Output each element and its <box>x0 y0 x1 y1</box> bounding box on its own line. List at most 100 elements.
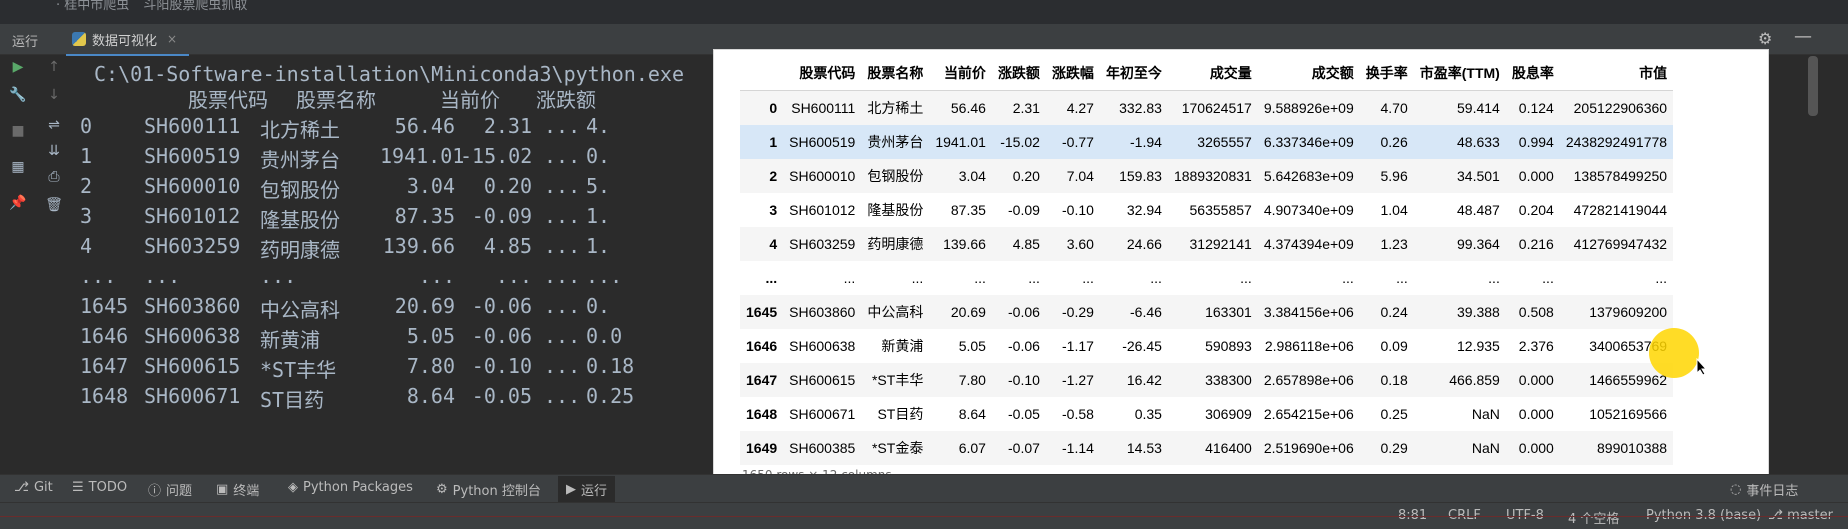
console-output[interactable]: C:\01-Software-installation\Miniconda3\p… <box>80 56 720 466</box>
column-header[interactable]: 涨跌额 <box>991 56 1046 91</box>
console-cell: ... <box>544 114 581 138</box>
table-cell: 31292141 <box>1167 227 1258 261</box>
table-cell: -26.45 <box>1122 338 1162 354</box>
run-toolbar-right: ↑ ↓ ⇌ ⇊ ⎙ 🗑 <box>44 55 70 465</box>
table-cell: -6.46 <box>1099 295 1168 329</box>
table-row[interactable]: 1646 SH600638 新黄浦 5.05 -0.06 -1.17 -26.45 59089… <box>740 329 1673 363</box>
arrow-up-icon[interactable]: ↑ <box>44 57 64 77</box>
console-cell: 0. <box>586 144 611 168</box>
event-log-button[interactable]: ◌ 事件日志 <box>1730 480 1798 499</box>
vertical-scrollbar[interactable] <box>1808 56 1818 116</box>
print-icon[interactable]: ⎙ <box>44 167 64 187</box>
console-cell: -0.10 <box>471 354 532 378</box>
play-icon[interactable]: ▶ <box>8 57 28 77</box>
run-tab-label: 数据可视化 <box>92 33 158 49</box>
console-row: 1645 SH603860 中公高科 20.69 -0.06... 0. <box>80 294 720 322</box>
console-cell: SH600638 <box>144 324 241 348</box>
table-cell: SH600519 <box>783 125 862 159</box>
table-cell: -1.17 <box>1062 338 1094 354</box>
column-header[interactable]: 换手率 <box>1359 56 1414 91</box>
table-row[interactable]: 1648 SH600671 ST目药 8.64 -0.05 -0.58 0.35 306909… <box>740 397 1673 431</box>
column-header[interactable]: 市盈率(TTM) <box>1413 56 1506 91</box>
tool-run[interactable]: ▶ 运行 <box>558 476 616 502</box>
console-row: 0 SH600111 北方稀土 56.46 2.31... 4. <box>80 114 720 142</box>
stop-icon[interactable]: ■ <box>8 121 28 141</box>
layers-icon: ◈ <box>288 480 298 495</box>
table-row[interactable]: 2 SH600010 包钢股份 3.04 0.20 7.04 159.83 188932083… <box>740 159 1674 193</box>
dataframe-viewer-popup[interactable]: 股票代码 股票名称 当前价 涨跌额 涨跌幅 年初至今 成交量 成交额 换手率 市盈率(TTM) 股息… <box>714 50 1768 482</box>
console-cell: ... <box>495 264 532 288</box>
column-header[interactable]: 股票代码 <box>783 56 862 91</box>
pin-icon[interactable]: 📌 <box>8 193 28 213</box>
table-cell: -1.94 <box>1099 125 1168 159</box>
column-header[interactable]: 成交量 <box>1167 56 1258 91</box>
table-row[interactable]: 0 SH600111 北方稀土 56.46 2.31 4.27 332.83 17062451… <box>740 90 1674 125</box>
row-index-cell: 1649 <box>740 431 784 465</box>
column-header[interactable] <box>740 56 784 91</box>
console-cell: 139.66 <box>382 234 455 258</box>
console-cell: -0.05 <box>471 384 532 408</box>
tool-python-console[interactable]: ⚙ Python 控制台 <box>436 480 541 499</box>
table-cell: 2.657898e+06 <box>1257 363 1360 397</box>
table-row[interactable]: 1647 SH600615 *ST丰华 7.80 -0.10 -1.27 16.42 3383… <box>740 363 1674 397</box>
table-row[interactable]: 1649 SH600385 *ST金泰 6.07 -0.07 -1.14 14.53 4164… <box>740 431 1674 465</box>
wrench-icon[interactable]: 🔧 <box>8 85 28 105</box>
row-index-cell: 4 <box>740 227 784 261</box>
column-header[interactable]: 年初至今 <box>1099 56 1168 91</box>
console-cell: 5.05 <box>406 324 455 348</box>
column-header[interactable]: 成交额 <box>1257 56 1360 91</box>
table-row[interactable]: ....................................... <box>740 261 1673 295</box>
row-index-cell: 1645 <box>740 295 784 329</box>
tool-problems[interactable]: ⓘ 问题 <box>148 480 192 499</box>
gear-icon[interactable]: ⚙ <box>1758 29 1772 48</box>
console-cell: -0.06 <box>471 294 532 318</box>
table-cell: 4.70 <box>1359 90 1414 125</box>
tool-terminal[interactable]: ▣ 终端 <box>216 480 259 499</box>
tool-todo[interactable]: ☰ TODO <box>72 480 127 495</box>
table-cell: 0.29 <box>1359 431 1414 465</box>
run-window-title: 运行 <box>12 35 39 50</box>
tool-label: TODO <box>88 480 128 495</box>
soft-wrap-icon[interactable]: ⇌ <box>44 115 64 135</box>
table-cell: SH603259 <box>783 227 862 261</box>
table-cell: ... <box>1396 270 1408 286</box>
tree-item[interactable]: · 桂中市爬虫 斗阳股票爬虫抓取 <box>56 0 247 13</box>
table-cell: 中公高科 <box>861 295 930 329</box>
column-header[interactable]: 股票名称 <box>861 56 930 91</box>
console-cell: ... <box>586 264 623 288</box>
scroll-to-end-icon[interactable]: ⇊ <box>44 141 64 161</box>
console-cell: 1941.01 <box>380 144 465 168</box>
console-header-cell: 涨跌额 <box>536 88 596 112</box>
table-cell: -0.07 <box>991 431 1046 465</box>
table-row[interactable]: 4 SH603259 药明康德 139.66 4.85 3.60 24.66 31292141… <box>740 227 1674 261</box>
layout-icon[interactable]: ▦ <box>8 157 28 177</box>
table-cell: -15.02 <box>991 125 1046 159</box>
table-cell: 药明康德 <box>861 227 930 261</box>
tool-git[interactable]: ⎇ Git <box>14 480 53 495</box>
console-command: C:\01-Software-installation\Miniconda3\p… <box>94 62 685 86</box>
table-row[interactable]: 1645 SH603860 中公高科 20.69 -0.06 -0.29 -6.46 1633… <box>740 295 1674 329</box>
column-header[interactable]: 当前价 <box>929 56 992 91</box>
cursor-highlight <box>1649 328 1699 378</box>
column-header[interactable]: 市值 <box>1559 56 1674 91</box>
column-header[interactable]: 股息率 <box>1505 56 1560 91</box>
minimize-icon[interactable]: — <box>1794 26 1812 47</box>
console-cell: 包钢股份 <box>260 178 340 202</box>
table-cell: 306909 <box>1205 406 1252 422</box>
run-tab[interactable]: 数据可视化 × <box>66 24 190 56</box>
table-row[interactable]: 1 SH600519 贵州茅台 1941.01 -15.02 -0.77 -1.94 3265… <box>740 125 1674 159</box>
column-header[interactable]: 涨跌幅 <box>1045 56 1100 91</box>
git-icon: ⎇ <box>14 480 29 495</box>
console-cell: -15.02 <box>460 144 533 168</box>
indent-setting[interactable]: 4 个空格 <box>1568 508 1619 527</box>
arrow-down-icon[interactable]: ↓ <box>44 85 64 105</box>
row-index-cell: 3 <box>769 202 778 218</box>
close-icon[interactable]: × <box>167 32 177 46</box>
tree-item-label: · 桂中市爬虫 <box>56 0 130 13</box>
trash-icon[interactable]: 🗑 <box>44 195 64 215</box>
table-cell: 0.000 <box>1505 363 1560 397</box>
table-row[interactable]: 3 SH601012 隆基股份 87.35 -0.09 -0.10 32.94 5635585… <box>740 193 1673 227</box>
tool-python-packages[interactable]: ◈ Python Packages <box>288 480 413 495</box>
table-cell: 贵州茅台 <box>861 125 930 159</box>
console-cell: 0 <box>80 114 93 138</box>
